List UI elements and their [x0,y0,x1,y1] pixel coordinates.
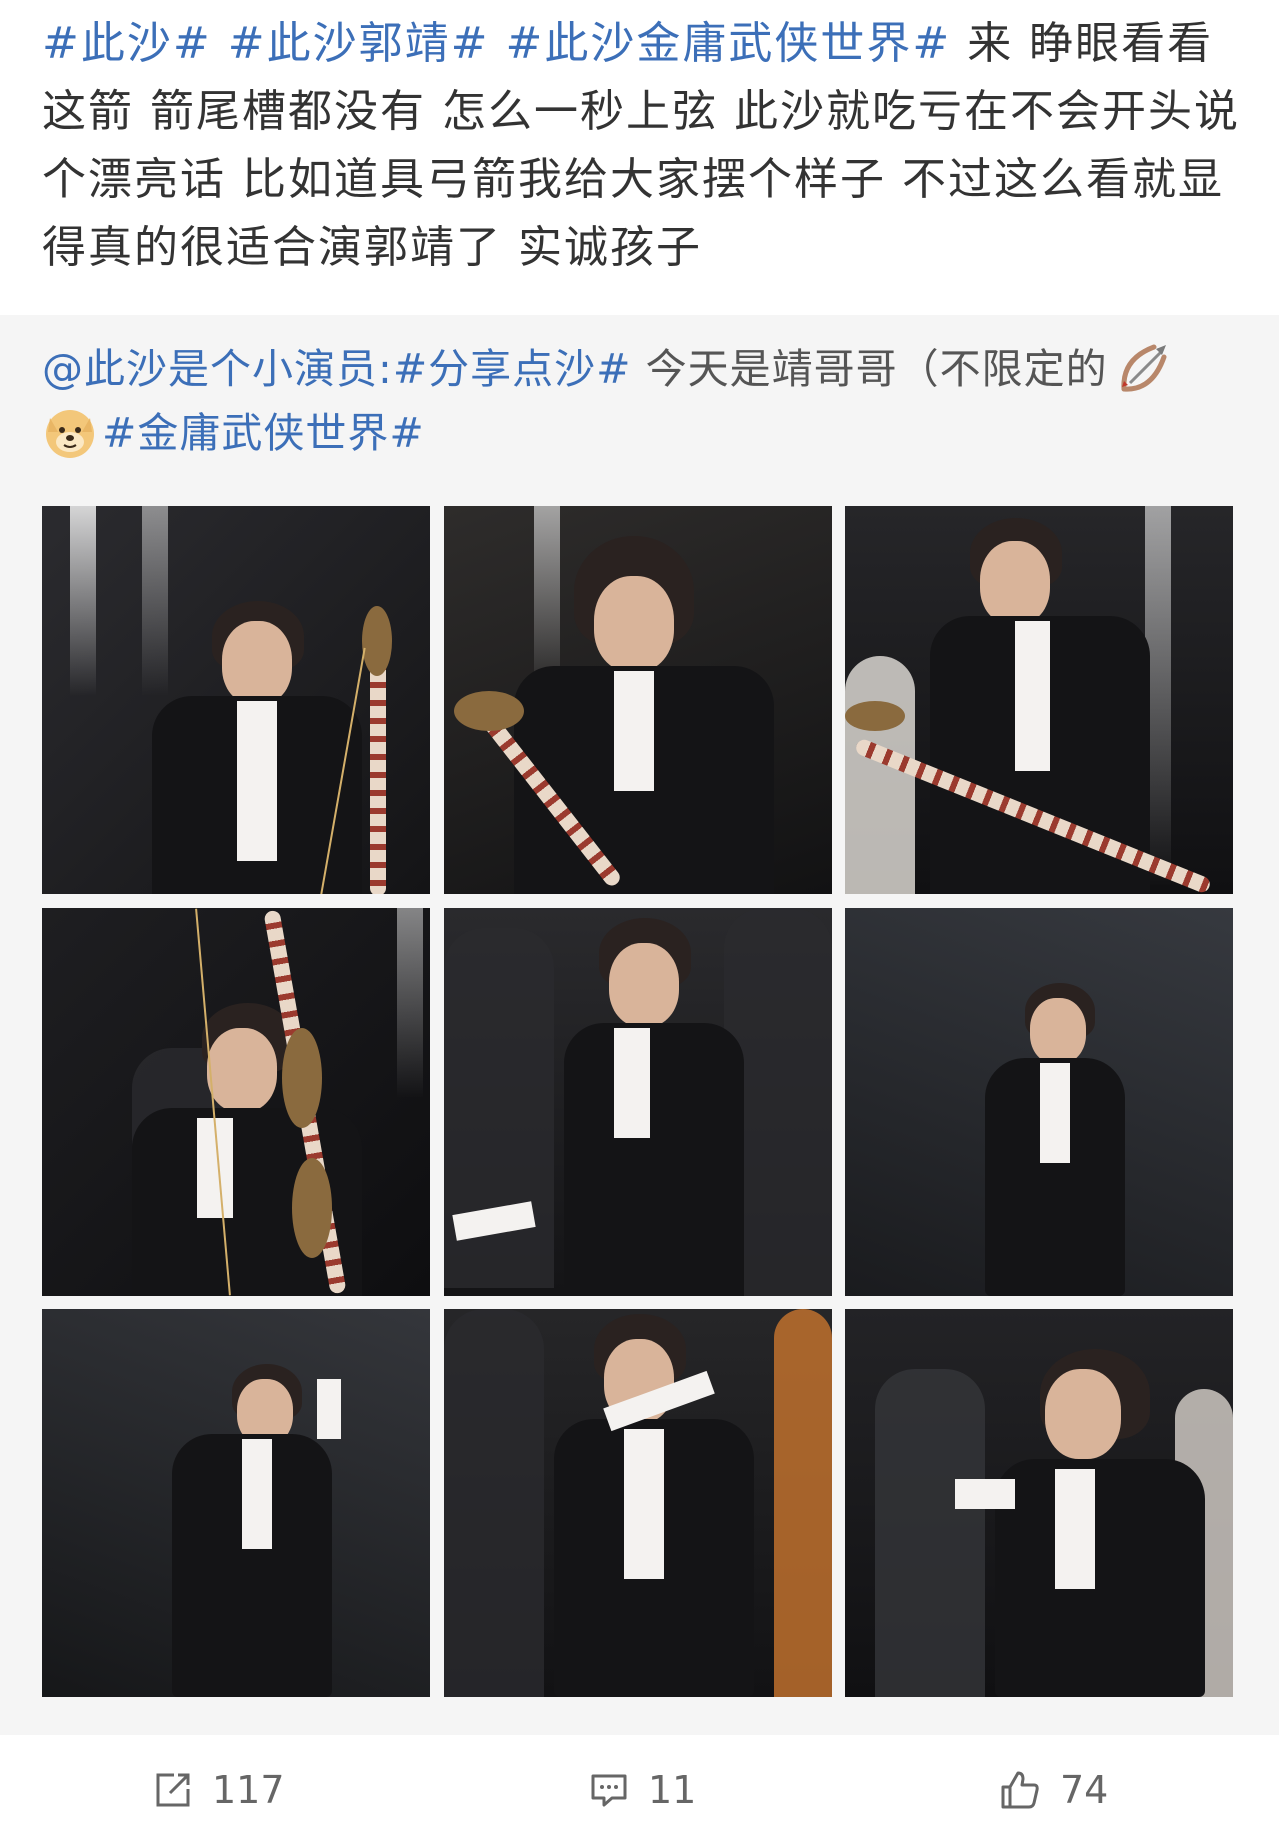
hashtag-link[interactable]: #此沙金庸武侠世界# [505,18,951,69]
photo-3[interactable] [845,506,1233,894]
photo-grid [42,506,1234,1698]
photo-5[interactable] [444,908,832,1296]
repost-button[interactable]: 117 [152,1765,285,1815]
photo-8[interactable] [444,1309,832,1697]
hashtag-link[interactable]: #金庸武侠世界# [102,409,425,457]
photo-2[interactable] [444,506,832,894]
photo-9[interactable] [845,1309,1233,1697]
user-mention-link[interactable]: @此沙是个小演员: [42,345,393,393]
repost-body-text: 今天是靖哥哥（不限定的 [631,345,1108,393]
repost-card[interactable]: @此沙是个小演员:#分享点沙# 今天是靖哥哥（不限定的 #金庸武侠世界# [0,315,1279,1735]
photo-7[interactable] [42,1309,430,1697]
photo-4[interactable] [42,908,430,1296]
repost-text: @此沙是个小演员:#分享点沙# 今天是靖哥哥（不限定的 #金庸武侠世界# [42,337,1242,465]
hashtag-link[interactable]: #此沙# [42,18,212,69]
comment-button[interactable]: 11 [588,1765,696,1815]
photo-6[interactable] [845,908,1233,1296]
post-text-space [489,18,505,69]
repost-count: 117 [212,1768,285,1812]
share-icon [156,1773,190,1807]
post-text-space [212,18,228,69]
post-text: #此沙# #此沙郭靖# #此沙金庸武侠世界# 来 睁眼看看这箭 箭尾槽都没有 怎… [42,10,1242,282]
comment-count: 11 [648,1768,697,1812]
comment-icon [591,1774,627,1807]
action-bar: 117 11 74 [0,1735,1279,1842]
hashtag-link[interactable]: #此沙郭靖# [228,18,490,69]
bow-and-arrow-icon [1114,339,1172,397]
thumbs-up-icon [1001,1771,1039,1809]
like-button[interactable]: 74 [998,1765,1108,1815]
photo-1[interactable] [42,506,430,894]
hashtag-link[interactable]: #分享点沙# [393,345,632,393]
like-count: 74 [1060,1768,1109,1812]
doge-icon [42,404,98,460]
